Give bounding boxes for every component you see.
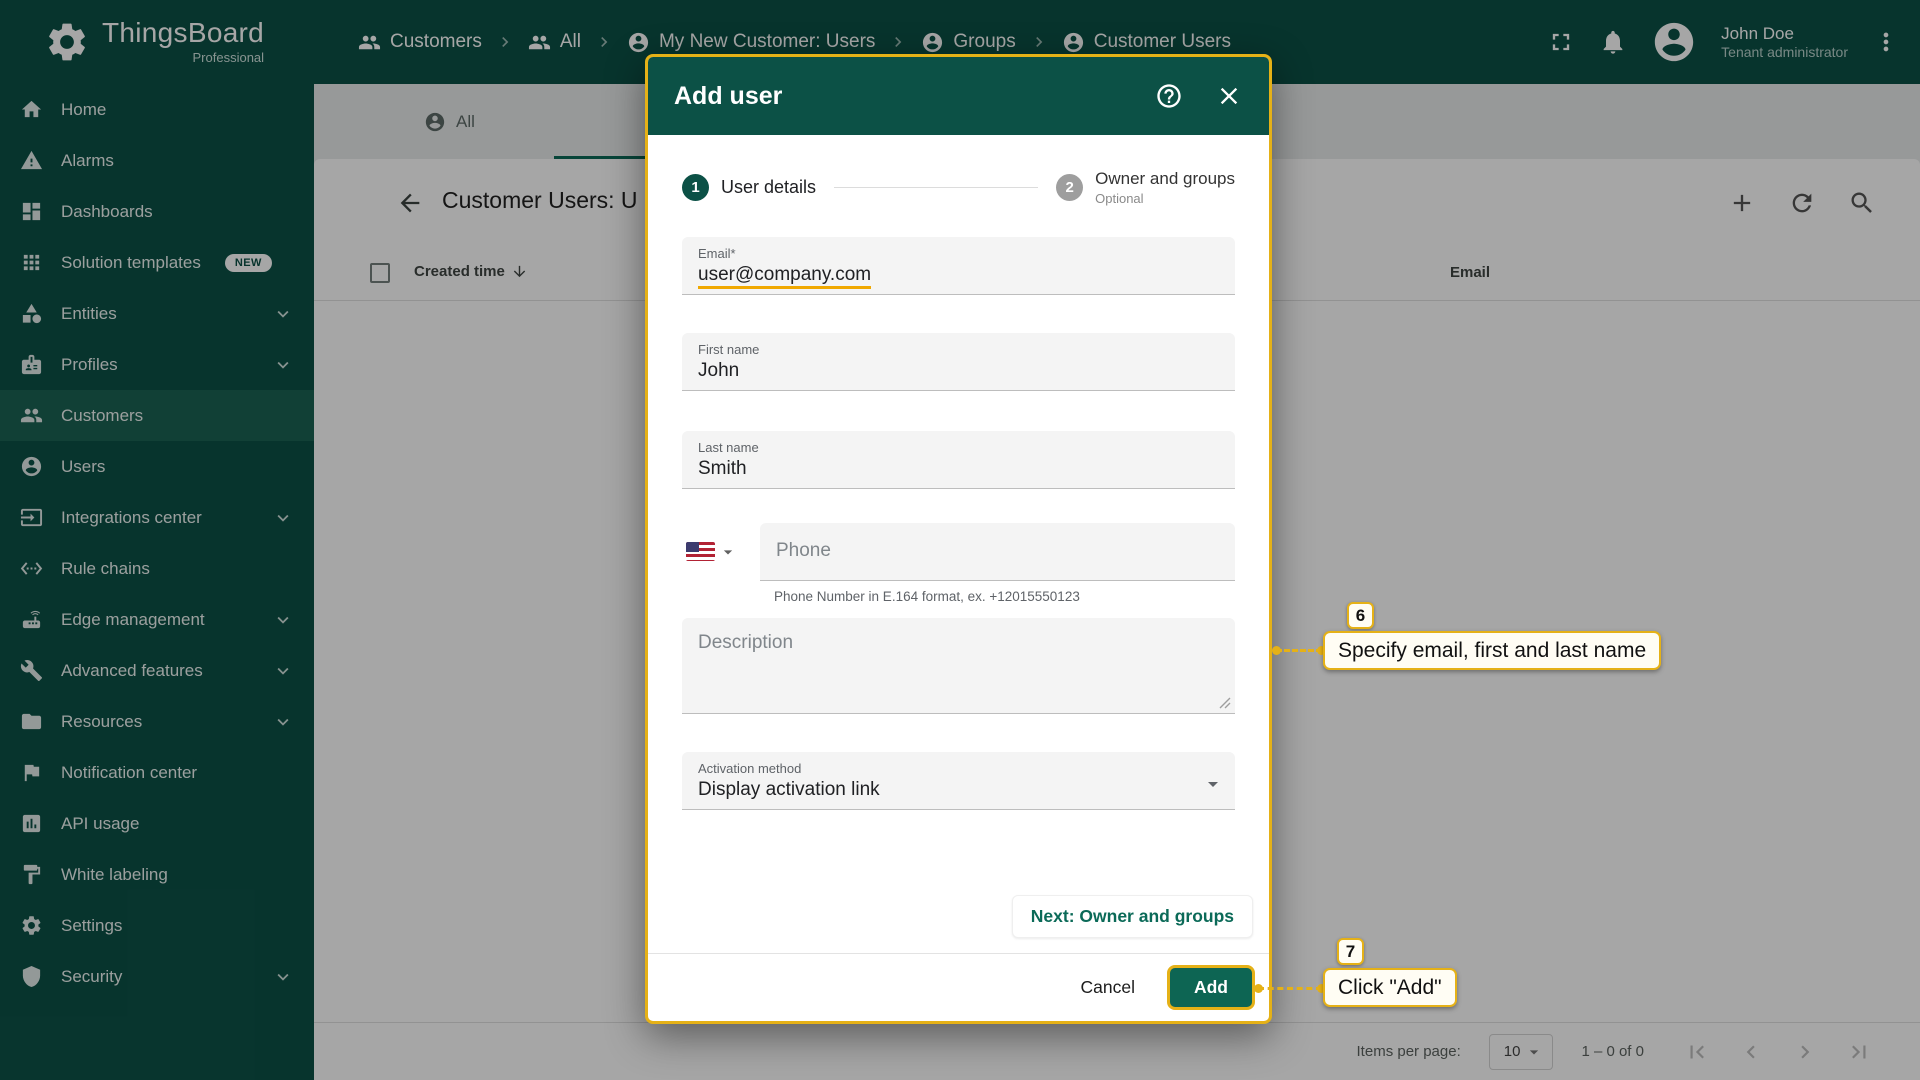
- last-name-field-value: Smith: [698, 458, 1219, 480]
- description-placeholder: Description: [698, 632, 793, 653]
- annotation-step-7-label: Click "Add": [1323, 968, 1457, 1007]
- step-2-label: Owner and groups: [1095, 169, 1235, 189]
- email-field[interactable]: Email* user@company.com: [682, 237, 1235, 295]
- dropdown-arrow-icon: [718, 542, 738, 562]
- add-user-dialog: Add user 1 User details 2 Owner and grou…: [645, 54, 1272, 1024]
- next-owner-and-groups-button[interactable]: Next: Owner and groups: [1012, 895, 1253, 938]
- activation-method-select[interactable]: Activation method Display activation lin…: [682, 752, 1235, 810]
- email-field-label: Email*: [698, 246, 1219, 261]
- activation-method-label: Activation method: [698, 761, 1219, 776]
- phone-format-hint: Phone Number in E.164 format, ex. +12015…: [774, 589, 1235, 604]
- cancel-button[interactable]: Cancel: [1080, 977, 1134, 998]
- phone-row: Phone: [682, 523, 1235, 581]
- first-name-field-label: First name: [698, 342, 1219, 357]
- dialog-title: Add user: [674, 82, 782, 111]
- last-name-field[interactable]: Last name Smith: [682, 431, 1235, 489]
- step-2-label-block[interactable]: Owner and groups Optional: [1095, 169, 1235, 207]
- dialog-header: Add user: [648, 57, 1269, 135]
- step-2-sublabel: Optional: [1095, 191, 1235, 207]
- annotation-step-6-label: Specify email, first and last name: [1323, 631, 1661, 670]
- stepper-connector-line: [834, 187, 1038, 188]
- close-icon[interactable]: [1215, 82, 1243, 110]
- annotation-connector-7: [1258, 987, 1322, 990]
- email-field-value: user@company.com: [698, 264, 871, 289]
- annotation-step-6-badge: 6: [1347, 602, 1374, 629]
- first-name-field-value: John: [698, 360, 1219, 382]
- step-1-label: User details: [721, 177, 816, 198]
- first-name-field[interactable]: First name John: [682, 333, 1235, 391]
- country-code-select[interactable]: [682, 523, 746, 581]
- phone-field[interactable]: Phone: [760, 523, 1235, 581]
- dropdown-arrow-icon: [1201, 772, 1225, 796]
- help-icon[interactable]: [1155, 82, 1183, 110]
- activation-method-value: Display activation link: [698, 779, 1219, 801]
- description-field[interactable]: Description: [682, 618, 1235, 714]
- annotation-connector-6: [1276, 649, 1322, 652]
- phone-placeholder: Phone: [776, 540, 831, 562]
- wizard-stepper: 1 User details 2 Owner and groups Option…: [682, 169, 1235, 207]
- add-button[interactable]: Add: [1167, 965, 1255, 1010]
- dialog-footer: Cancel Add: [648, 953, 1269, 1021]
- step-2-indicator[interactable]: 2: [1056, 174, 1083, 201]
- annotation-step-7-badge: 7: [1337, 938, 1364, 965]
- dialog-body: 1 User details 2 Owner and groups Option…: [648, 135, 1269, 953]
- last-name-field-label: Last name: [698, 440, 1219, 455]
- step-1-indicator: 1: [682, 174, 709, 201]
- us-flag-icon: [686, 542, 715, 561]
- resize-handle-icon[interactable]: [1219, 697, 1231, 709]
